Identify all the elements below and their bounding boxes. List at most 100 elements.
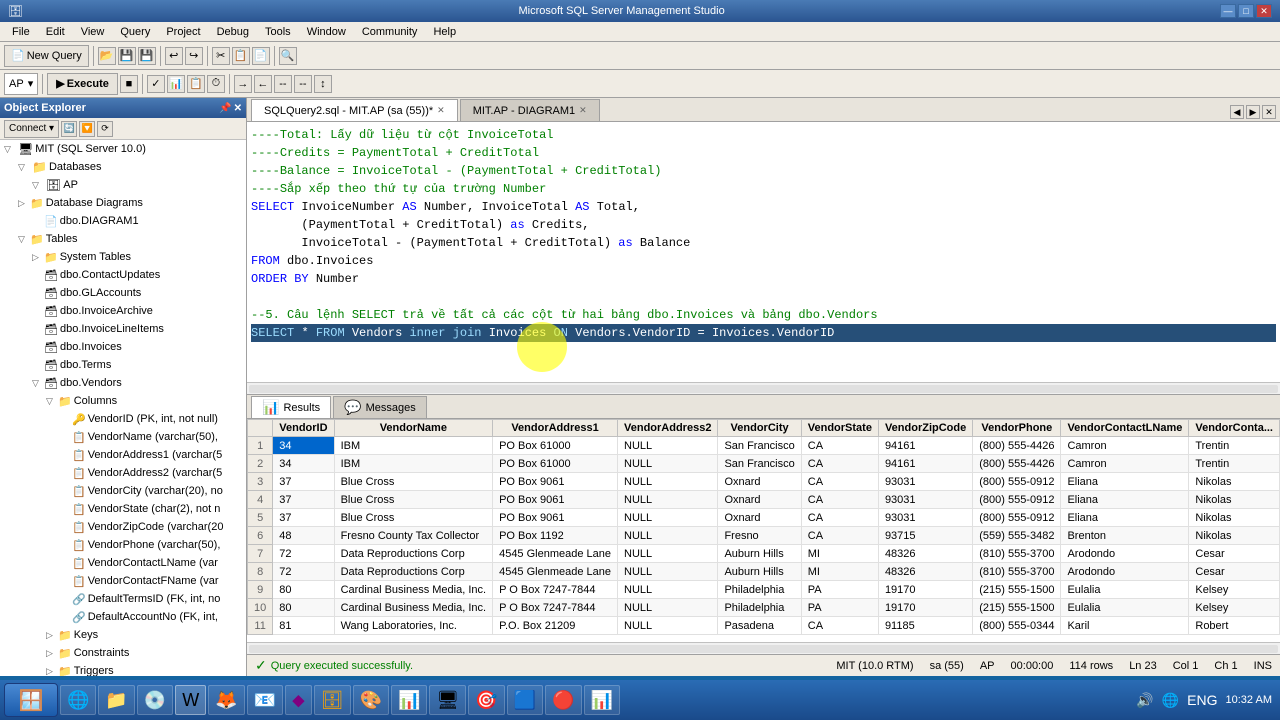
taskbar-word[interactable]: W (175, 685, 206, 715)
tree-item-3[interactable]: ▷📁System Tables (0, 248, 246, 266)
cell-7-0[interactable]: 8 (248, 563, 273, 581)
cell-0-3[interactable]: PO Box 61000 (493, 437, 618, 455)
cell-4-4[interactable]: NULL (618, 509, 718, 527)
outdent-button[interactable]: ← (254, 75, 272, 93)
tree-item-9[interactable]: 🗃dbo.Terms (0, 356, 246, 374)
cell-9-9[interactable]: Eulalia (1061, 599, 1189, 617)
taskbar-media[interactable]: 💿 (137, 685, 173, 715)
cell-3-2[interactable]: Blue Cross (334, 491, 493, 509)
cell-8-9[interactable]: Eulalia (1061, 581, 1189, 599)
cell-4-5[interactable]: Oxnard (718, 509, 801, 527)
cell-0-0[interactable]: 1 (248, 437, 273, 455)
display-ep-button[interactable]: 📊 (167, 75, 185, 93)
cell-2-3[interactable]: PO Box 9061 (493, 473, 618, 491)
execute-button[interactable]: ▶ Execute (47, 73, 118, 95)
taskbar-ssms[interactable]: 🗄 (314, 685, 351, 715)
sql-editor[interactable]: ----Total: Lấy dữ liệu từ cột InvoiceTot… (247, 122, 1280, 382)
cell-10-10[interactable]: Robert (1189, 617, 1280, 635)
oe-sync-button[interactable]: ⟳ (97, 121, 113, 137)
cell-1-8[interactable]: (800) 555-4426 (973, 455, 1061, 473)
cell-6-6[interactable]: MI (801, 545, 878, 563)
table-row[interactable]: 134IBMPO Box 61000NULLSan FranciscoCA941… (248, 437, 1280, 455)
cell-5-6[interactable]: CA (801, 527, 878, 545)
cell-6-10[interactable]: Cesar (1189, 545, 1280, 563)
menu-project[interactable]: Project (158, 24, 208, 40)
open-file-button[interactable]: 📂 (98, 47, 116, 65)
results-tab-results[interactable]: 📊 Results (251, 396, 331, 418)
results-tab-messages[interactable]: 💬 Messages (333, 396, 427, 418)
menu-community[interactable]: Community (354, 24, 426, 40)
cell-10-3[interactable]: P.O. Box 21209 (493, 617, 618, 635)
cell-0-2[interactable]: IBM (334, 437, 493, 455)
tree-item-14[interactable]: 📋VendorAddress1 (varchar(5 (0, 446, 246, 464)
cell-7-4[interactable]: NULL (618, 563, 718, 581)
taskbar-app2[interactable]: 🟦 (507, 685, 543, 715)
cell-9-10[interactable]: Kelsey (1189, 599, 1280, 617)
cell-7-2[interactable]: Data Reproductions Corp (334, 563, 493, 581)
oe-pin-button[interactable]: 📌 (219, 103, 231, 114)
cell-10-4[interactable]: NULL (618, 617, 718, 635)
cell-5-5[interactable]: Fresno (718, 527, 801, 545)
cell-6-2[interactable]: Data Reproductions Corp (334, 545, 493, 563)
table-row[interactable]: 772Data Reproductions Corp4545 Glenmeade… (248, 545, 1280, 563)
table-row[interactable]: 980Cardinal Business Media, Inc.P O Box … (248, 581, 1280, 599)
cell-5-3[interactable]: PO Box 1192 (493, 527, 618, 545)
cell-7-1[interactable]: 72 (273, 563, 334, 581)
cell-0-5[interactable]: San Francisco (718, 437, 801, 455)
cell-0-9[interactable]: Camron (1061, 437, 1189, 455)
tree-item-6[interactable]: 🗃dbo.InvoiceArchive (0, 302, 246, 320)
col-header-8[interactable]: VendorPhone (973, 420, 1061, 437)
cell-4-1[interactable]: 37 (273, 509, 334, 527)
tree-item-13[interactable]: 📋VendorName (varchar(50), (0, 428, 246, 446)
cell-10-1[interactable]: 81 (273, 617, 334, 635)
cell-5-9[interactable]: Brenton (1061, 527, 1189, 545)
cell-4-2[interactable]: Blue Cross (334, 509, 493, 527)
tree-item-20[interactable]: 📋VendorContactLName (var (0, 554, 246, 572)
cell-4-9[interactable]: Eliana (1061, 509, 1189, 527)
cell-1-1[interactable]: 34 (273, 455, 334, 473)
taskbar-app1[interactable]: 🎯 (468, 685, 504, 715)
cell-2-4[interactable]: NULL (618, 473, 718, 491)
indent-button[interactable]: → (234, 75, 252, 93)
cell-1-10[interactable]: Trentin (1189, 455, 1280, 473)
menu-edit[interactable]: Edit (38, 24, 73, 40)
taskbar-powerpoint[interactable]: 📊 (584, 685, 620, 715)
tab-close-all[interactable]: ✕ (1262, 105, 1276, 119)
cell-5-10[interactable]: Nikolas (1189, 527, 1280, 545)
cell-7-9[interactable]: Arodondo (1061, 563, 1189, 581)
cut-button[interactable]: ✂ (212, 47, 230, 65)
cell-6-1[interactable]: 72 (273, 545, 334, 563)
cell-3-10[interactable]: Nikolas (1189, 491, 1280, 509)
cell-10-9[interactable]: Karil (1061, 617, 1189, 635)
table-row[interactable]: 1080Cardinal Business Media, Inc.P O Box… (248, 599, 1280, 617)
new-query-button[interactable]: 📄 New Query (4, 45, 89, 67)
include-client-button[interactable]: ⏱ (207, 75, 225, 93)
cell-5-0[interactable]: 6 (248, 527, 273, 545)
oe-filter-button[interactable]: 🔽 (79, 121, 95, 137)
cell-6-4[interactable]: NULL (618, 545, 718, 563)
col-header-5[interactable]: VendorCity (718, 420, 801, 437)
cell-10-0[interactable]: 11 (248, 617, 273, 635)
menu-debug[interactable]: Debug (209, 24, 257, 40)
col-header-1[interactable]: VendorID (273, 420, 334, 437)
col-header-9[interactable]: VendorContactLName (1061, 420, 1189, 437)
query-tab-1[interactable]: SQLQuery2.sql - MIT.AP (sa (55))* ✕ (251, 99, 458, 121)
taskbar-explorer[interactable]: 📁 (98, 685, 134, 715)
cell-10-6[interactable]: CA (801, 617, 878, 635)
sort-button[interactable]: ↕ (314, 75, 332, 93)
cell-2-10[interactable]: Nikolas (1189, 473, 1280, 491)
tree-item-2[interactable]: ▽📁Tables (0, 230, 246, 248)
col-header-2[interactable]: VendorName (334, 420, 493, 437)
cell-8-1[interactable]: 80 (273, 581, 334, 599)
cell-9-4[interactable]: NULL (618, 599, 718, 617)
cell-3-1[interactable]: 37 (273, 491, 334, 509)
cell-6-3[interactable]: 4545 Glenmeade Lane (493, 545, 618, 563)
cell-6-0[interactable]: 7 (248, 545, 273, 563)
tab-close-1[interactable]: ✕ (437, 105, 445, 116)
search-button[interactable]: 🔍 (279, 47, 297, 65)
tree-item-17[interactable]: 📋VendorState (char(2), not n (0, 500, 246, 518)
cell-3-5[interactable]: Oxnard (718, 491, 801, 509)
cell-3-9[interactable]: Eliana (1061, 491, 1189, 509)
cell-2-0[interactable]: 3 (248, 473, 273, 491)
save-button[interactable]: 💾 (118, 47, 136, 65)
